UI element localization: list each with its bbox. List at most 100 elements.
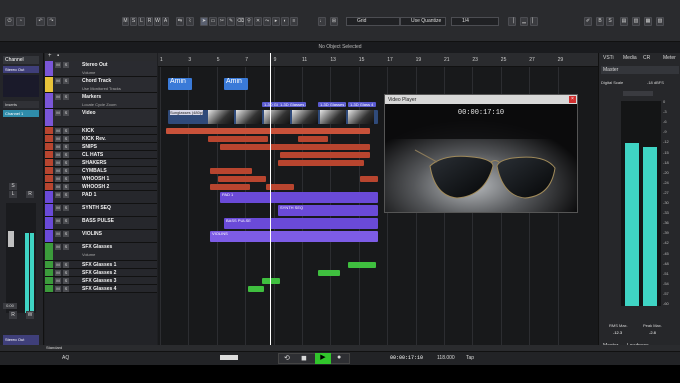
- split-tool-icon[interactable]: ✂: [218, 17, 226, 26]
- audio-event[interactable]: [280, 152, 370, 158]
- automation-mode-button[interactable]: A: [162, 17, 169, 26]
- mute-button[interactable]: M: [55, 78, 61, 84]
- mute-button[interactable]: M: [55, 278, 61, 284]
- sfx-event[interactable]: [262, 278, 280, 284]
- erase-tool-icon[interactable]: ⌫: [236, 17, 244, 26]
- mute-button[interactable]: M: [55, 192, 61, 198]
- chord-event[interactable]: Amin: [168, 78, 192, 90]
- audio-event[interactable]: [278, 160, 364, 166]
- object-selection-tool-icon[interactable]: ➤: [200, 17, 208, 26]
- quantize-mode-dropdown[interactable]: Use Quantize: [400, 17, 446, 26]
- mute-button[interactable]: M: [55, 128, 61, 134]
- punch-region[interactable]: [220, 355, 238, 360]
- sfx-event[interactable]: [318, 270, 340, 276]
- audio-event[interactable]: [208, 136, 268, 142]
- mute-button[interactable]: M: [55, 262, 61, 268]
- left-zone-icon[interactable]: ▕: [508, 17, 516, 26]
- solo-button[interactable]: S: [63, 160, 69, 166]
- right-zone-tab[interactable]: VSTi: [603, 55, 614, 61]
- right-zone-icon[interactable]: ▏: [530, 17, 538, 26]
- mute-button[interactable]: M: [55, 110, 61, 116]
- midi-event[interactable]: SYNTH SEQ: [278, 205, 378, 216]
- comp-tool-icon[interactable]: ≡: [290, 17, 298, 26]
- mute-button[interactable]: M: [55, 136, 61, 142]
- inspector-read-automation-button[interactable]: R: [9, 311, 17, 319]
- sfx-event[interactable]: [248, 286, 264, 292]
- track-row[interactable]: M S SFX Glasses 1: [45, 261, 157, 269]
- track-row[interactable]: M S WHOOSH 2: [45, 183, 157, 191]
- track-row[interactable]: M S SFX Glasses Volume: [45, 243, 157, 261]
- mute-button[interactable]: M: [55, 62, 61, 68]
- time-warp-tool-icon[interactable]: ⤳: [263, 17, 271, 26]
- solo-button[interactable]: S: [63, 78, 69, 84]
- solo-button[interactable]: S: [63, 218, 69, 224]
- range-tool-icon[interactable]: ▭: [209, 17, 217, 26]
- mute-button[interactable]: M: [55, 244, 61, 250]
- audio-event[interactable]: [210, 184, 250, 190]
- solo-button[interactable]: S: [63, 205, 69, 211]
- write-toggle-button[interactable]: W: [154, 17, 161, 26]
- track-row[interactable]: M S SFX Glasses 4: [45, 285, 157, 293]
- cycle-icon[interactable]: ⟲: [284, 354, 290, 362]
- track-row[interactable]: M S CYMBALS: [45, 167, 157, 175]
- inspector-tab-channel[interactable]: Channel: [3, 56, 39, 64]
- play-tool-icon[interactable]: ▸: [272, 17, 280, 26]
- track-row[interactable]: M S SFX Glasses 3: [45, 277, 157, 285]
- solo-toggle-button[interactable]: S: [130, 17, 137, 26]
- audio-event-kick[interactable]: [166, 128, 370, 134]
- track-row[interactable]: M S SFX Glasses 2: [45, 269, 157, 277]
- snap-icon[interactable]: ⌇: [186, 17, 194, 26]
- play-icon[interactable]: ▶: [315, 353, 331, 364]
- inspector-listen-button[interactable]: L: [9, 191, 17, 198]
- meter-range-slider[interactable]: [623, 91, 653, 96]
- right-zone-tab[interactable]: Media: [623, 55, 637, 61]
- mute-button[interactable]: M: [55, 160, 61, 166]
- audio-event[interactable]: [210, 168, 252, 174]
- tempo-display[interactable]: 118.000: [437, 355, 455, 361]
- track-row[interactable]: M S PAD 1: [45, 191, 157, 204]
- time-display[interactable]: 00:00:17:10: [390, 355, 423, 361]
- solo-button[interactable]: S: [63, 262, 69, 268]
- track-row[interactable]: M S WHOOSH 1: [45, 175, 157, 183]
- mute-button[interactable]: M: [55, 152, 61, 158]
- playhead-cursor[interactable]: [270, 53, 271, 345]
- track-row[interactable]: M S KICK: [45, 127, 157, 135]
- track-row[interactable]: M S SYNTH SEQ: [45, 204, 157, 217]
- inspector-solo-button[interactable]: S: [9, 183, 17, 190]
- video-event[interactable]: Sunglasses (480p): [168, 110, 378, 124]
- solo-button[interactable]: S: [63, 168, 69, 174]
- autoscroll-icon[interactable]: ⇆: [176, 17, 184, 26]
- listen-toggle-button[interactable]: L: [138, 17, 145, 26]
- audio-event[interactable]: [298, 136, 328, 142]
- color-tool-icon[interactable]: ◐: [281, 17, 289, 26]
- solo-button[interactable]: S: [63, 286, 69, 292]
- track-row[interactable]: M S BASS PULSE: [45, 217, 157, 230]
- folder-icon[interactable]: ▪: [57, 53, 59, 59]
- mute-tool-icon[interactable]: ✕: [254, 17, 262, 26]
- inspector-fader-handle[interactable]: [8, 231, 14, 247]
- solo-button[interactable]: S: [63, 184, 69, 190]
- layout-a-icon[interactable]: ▤: [620, 17, 628, 26]
- audio-event[interactable]: [220, 144, 370, 150]
- inspector-read-button[interactable]: R: [26, 191, 34, 198]
- mute-button[interactable]: M: [55, 94, 61, 100]
- activate-project-button[interactable]: ⏻: [5, 17, 14, 26]
- layout-c-icon[interactable]: ▦: [644, 17, 652, 26]
- track-row[interactable]: M S Markers Locate Cycle Zoom: [45, 93, 157, 109]
- mute-button[interactable]: M: [55, 231, 61, 237]
- inserts-section[interactable]: Inserts: [3, 101, 39, 108]
- mute-button[interactable]: M: [55, 270, 61, 276]
- solo-button[interactable]: S: [63, 244, 69, 250]
- chord-event[interactable]: Amin: [224, 78, 248, 90]
- solo-button[interactable]: S: [63, 192, 69, 198]
- browser-toggle-button[interactable]: B: [596, 17, 604, 26]
- track-row[interactable]: M S SNIPS: [45, 143, 157, 151]
- track-row[interactable]: M S VIOLINS: [45, 230, 157, 243]
- track-row[interactable]: M S KICK Rev.: [45, 135, 157, 143]
- read-toggle-button[interactable]: R: [146, 17, 153, 26]
- stop-icon[interactable]: ◼: [301, 354, 307, 362]
- video-player-titlebar[interactable]: Video Player ×: [385, 95, 577, 104]
- close-icon[interactable]: ×: [569, 96, 576, 103]
- auto-quantize-toggle[interactable]: AQ: [62, 355, 69, 361]
- mute-button[interactable]: M: [55, 184, 61, 190]
